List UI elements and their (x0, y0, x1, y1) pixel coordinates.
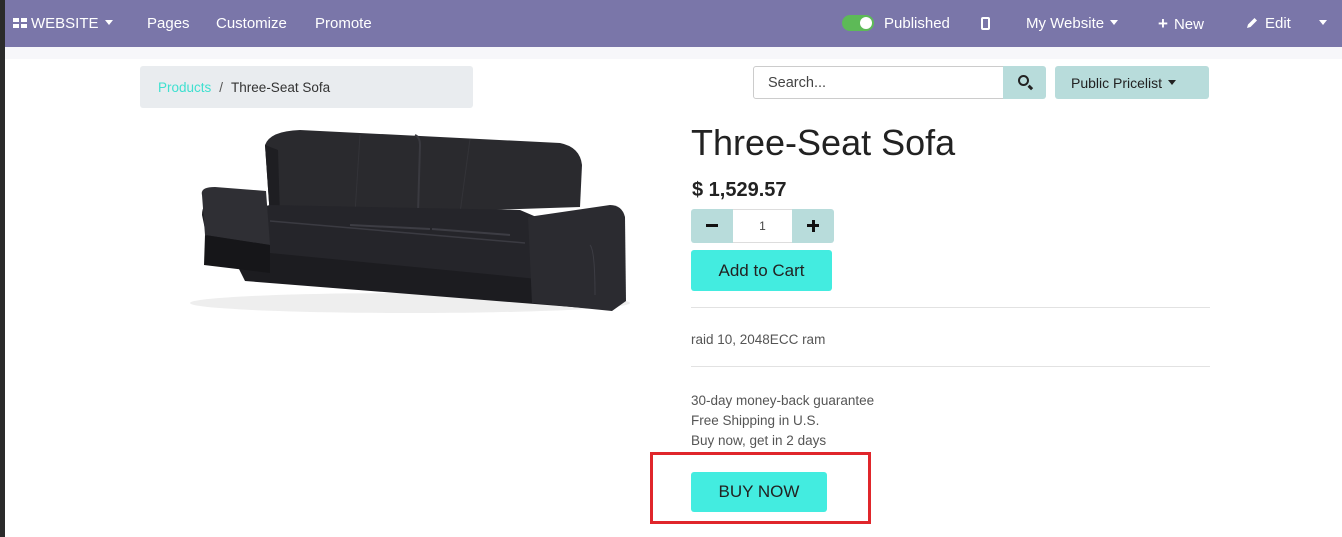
website-menu-label: WEBSITE (31, 15, 99, 32)
product-benefits: 30-day money-back guarantee Free Shippin… (691, 391, 874, 451)
search-button[interactable] (1003, 66, 1046, 99)
page: WEBSITE Pages Customize Promote Publishe… (5, 0, 1342, 537)
quantity-increase-button[interactable] (792, 209, 834, 243)
pricelist-label: Public Pricelist (1071, 75, 1163, 91)
minus-icon (706, 224, 718, 227)
chevron-down-icon (1319, 19, 1327, 25)
product-description: raid 10, 2048ECC ram (691, 332, 826, 347)
published-label[interactable]: Published (884, 15, 950, 33)
pricelist-dropdown[interactable]: Public Pricelist (1055, 66, 1209, 99)
breadcrumb: Products / Three-Seat Sofa (140, 66, 473, 108)
new-button[interactable]: + New (1158, 15, 1204, 34)
chevron-down-icon (104, 19, 113, 25)
search-input[interactable]: Search... (753, 66, 1004, 99)
chevron-down-icon (1168, 79, 1177, 85)
divider (691, 307, 1210, 308)
quantity-stepper: 1 (691, 209, 835, 243)
plus-icon: + (1158, 14, 1168, 33)
pencil-icon (1247, 18, 1257, 28)
breadcrumb-products-link[interactable]: Products (158, 80, 211, 95)
customize-menu[interactable]: Customize (216, 15, 287, 33)
breadcrumb-current: Three-Seat Sofa (231, 80, 331, 95)
pages-menu[interactable]: Pages (147, 15, 190, 33)
product-title: Three-Seat Sofa (691, 122, 956, 163)
highlight-box (650, 452, 871, 524)
add-to-cart-button[interactable]: Add to Cart (691, 250, 832, 291)
published-toggle[interactable] (842, 15, 874, 31)
new-label: New (1173, 16, 1204, 33)
quantity-decrease-button[interactable] (691, 209, 733, 243)
mobile-preview-icon[interactable] (981, 17, 990, 30)
search-icon (1018, 75, 1029, 86)
my-website-menu[interactable]: My Website (1026, 15, 1119, 33)
my-website-label: My Website (1026, 15, 1105, 32)
header-band (5, 47, 1342, 59)
apps-grid-icon (13, 18, 27, 28)
benefit-item: Buy now, get in 2 days (691, 433, 827, 448)
edit-label: Edit (1265, 15, 1291, 32)
more-menu[interactable] (1313, 15, 1327, 33)
benefit-item: Free Shipping in U.S. (691, 413, 820, 428)
divider (691, 366, 1210, 367)
website-editor-bar: WEBSITE Pages Customize Promote Publishe… (5, 0, 1342, 47)
edit-button[interactable]: Edit (1245, 15, 1291, 33)
product-price: $ 1,529.57 (692, 179, 787, 201)
quantity-input[interactable]: 1 (733, 209, 792, 243)
product-image (190, 130, 630, 313)
chevron-down-icon (1110, 19, 1119, 25)
breadcrumb-separator: / (219, 80, 224, 95)
website-menu[interactable]: WEBSITE (13, 15, 113, 33)
promote-menu[interactable]: Promote (315, 15, 372, 33)
benefit-item: 30-day money-back guarantee (691, 393, 875, 408)
